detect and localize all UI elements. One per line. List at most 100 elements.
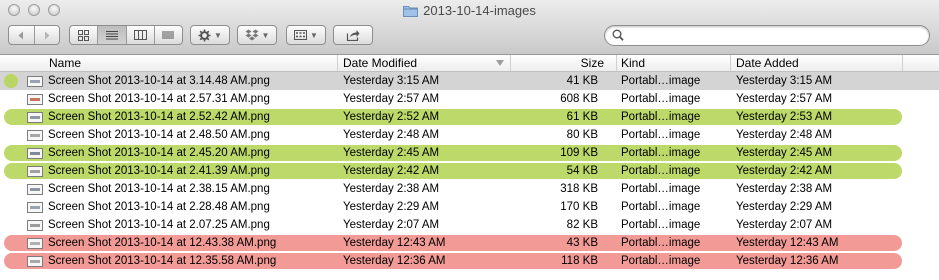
share-button[interactable] [333,25,373,45]
file-size: 61 KB [566,111,598,123]
arrange-icon [294,30,308,40]
window-title: 2013-10-14-images [0,3,939,19]
column-view-button[interactable] [127,26,155,44]
file-name: Screen Shot 2013-10-14 at 2.38.15 AM.png [48,183,270,195]
folder-icon [403,6,419,17]
file-size: 43 KB [566,237,598,249]
png-file-icon [27,76,43,87]
file-row[interactable]: Screen Shot 2013-10-14 at 2.52.42 AM.png… [0,108,939,126]
file-row[interactable]: Screen Shot 2013-10-14 at 2.48.50 AM.png… [0,126,939,144]
action-menu-button[interactable]: ▼ [190,25,230,45]
file-kind: Portabl…image [621,237,701,249]
file-row[interactable]: Screen Shot 2013-10-14 at 3.14.48 AM.png… [0,72,939,90]
file-list: Screen Shot 2013-10-14 at 3.14.48 AM.png… [0,72,939,270]
png-file-icon [27,94,43,105]
column-header-size-label: Size [580,56,604,70]
column-header-bar: Name Date Modified Size Kind Date Added [0,55,939,72]
file-date-modified: Yesterday 2:07 AM [343,219,440,231]
file-kind: Portabl…image [621,165,701,177]
file-kind: Portabl…image [621,201,701,213]
file-row[interactable]: Screen Shot 2013-10-14 at 2.38.15 AM.png… [0,180,939,198]
dropbox-icon [245,29,259,40]
file-size: 118 KB [561,255,598,267]
column-header-date-modified[interactable]: Date Modified [338,55,511,71]
file-row[interactable]: Screen Shot 2013-10-14 at 2.41.39 AM.png… [0,162,939,180]
file-row[interactable]: Screen Shot 2013-10-14 at 12.35.58 AM.pn… [0,252,939,270]
file-row[interactable]: Screen Shot 2013-10-14 at 2.45.20 AM.png… [0,144,939,162]
file-date-modified: Yesterday 3:15 AM [343,75,440,87]
png-file-icon [27,130,43,141]
view-mode-control [69,25,183,45]
file-row[interactable]: Screen Shot 2013-10-14 at 2.28.48 AM.png… [0,198,939,216]
file-date-modified: Yesterday 2:57 AM [343,93,440,105]
list-view-button[interactable] [98,26,127,44]
file-row[interactable]: Screen Shot 2013-10-14 at 12.43.38 AM.pn… [0,234,939,252]
window-title-text: 2013-10-14-images [423,3,536,18]
column-header-kind[interactable]: Kind [617,55,731,71]
file-name: Screen Shot 2013-10-14 at 2.41.39 AM.png [48,165,270,177]
icon-view-icon [78,29,90,41]
file-name: Screen Shot 2013-10-14 at 2.48.50 AM.png [48,129,270,141]
chevron-right-icon [44,31,50,39]
file-name: Screen Shot 2013-10-14 at 2.52.42 AM.png [48,111,270,123]
column-header-kind-label: Kind [621,56,646,70]
column-header-size[interactable]: Size [511,55,617,71]
file-date-added: Yesterday 2:53 AM [736,111,833,123]
column-header-name[interactable]: Name [0,55,338,71]
selection-indicator [4,74,18,88]
chevron-down-icon: ▼ [261,30,270,40]
file-size: 170 KB [560,201,598,213]
chevron-down-icon: ▼ [214,30,222,40]
file-kind: Portabl…image [621,129,701,141]
file-name: Screen Shot 2013-10-14 at 2.45.20 AM.png [48,147,270,159]
png-file-icon [27,148,43,159]
file-size: 41 KB [566,75,598,87]
file-row[interactable]: Screen Shot 2013-10-14 at 2.57.31 AM.png… [0,90,939,108]
file-date-modified: Yesterday 2:45 AM [343,147,440,159]
file-date-added: Yesterday 2:29 AM [736,201,833,213]
file-date-added: Yesterday 2:42 AM [736,165,833,177]
file-date-added: Yesterday 3:15 AM [736,75,833,87]
file-date-added: Yesterday 12:36 AM [736,255,839,267]
file-date-modified: Yesterday 12:36 AM [343,255,446,267]
file-size: 80 KB [566,129,598,141]
dropbox-menu-button[interactable]: ▼ [237,25,277,45]
png-file-icon [27,256,43,267]
share-icon [346,30,360,41]
file-kind: Portabl…image [621,183,701,195]
file-date-added: Yesterday 2:07 AM [736,219,833,231]
file-name: Screen Shot 2013-10-14 at 3.14.48 AM.png [48,75,270,87]
file-date-modified: Yesterday 2:42 AM [343,165,440,177]
file-size: 318 KB [560,183,598,195]
file-row[interactable]: Screen Shot 2013-10-14 at 2.07.25 AM.png… [0,216,939,234]
chevron-down-icon: ▼ [310,30,318,40]
coverflow-view-button[interactable] [155,26,182,44]
chevron-left-icon [18,31,24,39]
png-file-icon [27,166,43,177]
column-header-date-modified-label: Date Modified [343,56,418,70]
column-header-date-added[interactable]: Date Added [731,55,903,71]
file-kind: Portabl…image [621,219,701,231]
search-icon [612,29,624,41]
file-date-modified: Yesterday 2:48 AM [343,129,440,141]
file-date-added: Yesterday 2:48 AM [736,129,833,141]
search-field[interactable] [604,25,930,46]
file-date-modified: Yesterday 2:29 AM [343,201,440,213]
file-date-modified: Yesterday 2:52 AM [343,111,440,123]
file-date-modified: Yesterday 12:43 AM [343,237,446,249]
file-date-added: Yesterday 2:57 AM [736,93,833,105]
file-name: Screen Shot 2013-10-14 at 2.57.31 AM.png [48,93,270,105]
file-kind: Portabl…image [621,111,701,123]
list-view-icon [105,31,118,40]
coverflow-view-icon [162,31,174,39]
file-date-modified: Yesterday 2:38 AM [343,183,440,195]
icon-view-button[interactable] [70,26,99,44]
file-kind: Portabl…image [621,75,701,87]
forward-button[interactable] [35,26,60,44]
arrange-menu-button[interactable]: ▼ [286,25,326,45]
back-button[interactable] [9,26,35,44]
png-file-icon [27,202,43,213]
column-header-name-label: Name [49,56,82,70]
file-date-added: Yesterday 12:43 AM [736,237,839,249]
search-input[interactable] [629,28,923,45]
